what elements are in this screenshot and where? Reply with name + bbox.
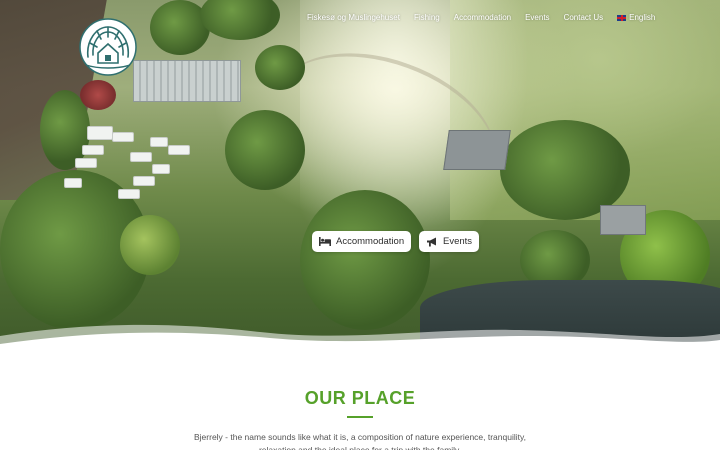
nav-item-fiskeso[interactable]: Fiskesø og Muslingehuset	[300, 13, 407, 22]
hero-wave-divider	[0, 324, 720, 350]
caravan	[118, 189, 140, 199]
megaphone-icon	[427, 237, 436, 246]
bed-icon	[319, 237, 331, 246]
caravan	[133, 176, 155, 186]
tree-cluster	[80, 80, 116, 110]
caravan	[75, 158, 97, 168]
nav-item-fishing[interactable]: Fishing	[407, 13, 447, 22]
nav-item-events[interactable]: Events	[518, 13, 556, 22]
accommodation-button-label: Accommodation	[336, 236, 405, 247]
nav-item-contact[interactable]: Contact Us	[557, 13, 611, 22]
language-switcher[interactable]: English	[610, 13, 662, 22]
nav-item-accommodation[interactable]: Accommodation	[447, 13, 518, 22]
caravan	[82, 145, 104, 155]
shed-roof	[600, 205, 646, 235]
intro-paragraph: Bjerrely - the name sounds like what it …	[194, 432, 526, 450]
tree-cluster	[120, 215, 180, 275]
caravan	[112, 132, 134, 142]
tree-cluster	[225, 110, 305, 190]
caravan	[64, 178, 82, 188]
greenhouse	[133, 60, 241, 102]
tree-cluster	[200, 0, 280, 40]
uk-flag-icon	[617, 14, 627, 21]
title-underline	[347, 416, 373, 418]
caravan	[87, 126, 113, 140]
events-button[interactable]: Events	[419, 231, 480, 252]
caravan	[130, 152, 152, 162]
events-button-label: Events	[443, 236, 473, 247]
tree-cluster	[255, 45, 305, 90]
caravan	[168, 145, 190, 155]
caravan	[152, 164, 170, 174]
shell-house-logo-icon	[79, 18, 137, 76]
section-title: OUR PLACE	[304, 388, 416, 408]
site-logo[interactable]	[78, 17, 138, 77]
pavilion-roof	[443, 130, 511, 170]
accommodation-button[interactable]: Accommodation	[312, 231, 412, 252]
caravan	[150, 137, 168, 147]
main-navigation: Fiskesø og Muslingehuset Fishing Accommo…	[300, 13, 662, 22]
tree-cluster	[300, 190, 430, 330]
language-label: English	[629, 13, 656, 22]
